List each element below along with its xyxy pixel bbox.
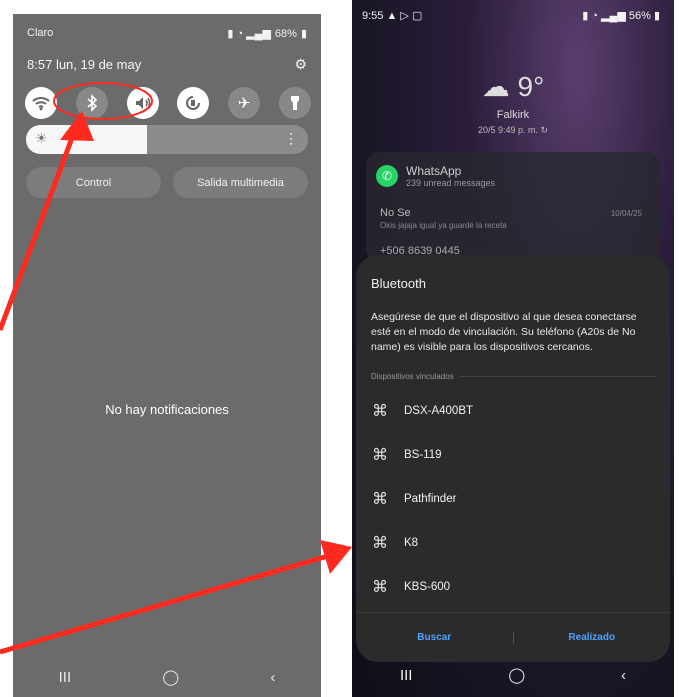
- clock-row: 8:57 lun, 19 de may ⚙: [27, 56, 307, 73]
- home-icon[interactable]: ◯: [508, 666, 525, 684]
- clock-time: 8:57: [27, 57, 53, 72]
- scan-button[interactable]: Buscar: [356, 632, 513, 643]
- cloud-icon: ☁: [481, 71, 510, 102]
- empty-notifications-text: No hay notificaciones: [105, 402, 229, 417]
- device-item[interactable]: ⌘ Pathfinder: [371, 477, 656, 521]
- battery-icon: ▮: [300, 28, 307, 40]
- whatsapp-app-name: WhatsApp: [406, 164, 462, 178]
- flashlight-toggle[interactable]: [278, 87, 311, 119]
- whatsapp-icon: ✆: [376, 165, 398, 187]
- paired-devices-list: ⌘ DSX-A400BT ⌘ BS-119 ⌘ Pathfinder ⌘ K8 …: [371, 389, 656, 609]
- airplane-icon: ✈: [237, 95, 251, 112]
- weather-city: Falkirk: [496, 109, 530, 121]
- wifi-toggle[interactable]: [25, 87, 57, 119]
- device-item[interactable]: ⌘ DSX-A400BT: [371, 389, 656, 433]
- device-icon: ⌘: [372, 491, 388, 508]
- airplane-toggle[interactable]: ✈: [228, 87, 261, 119]
- navigation-bar: III ◯ ‹: [13, 657, 321, 697]
- device-item[interactable]: ⌘ K8: [371, 521, 656, 565]
- whatsapp-unread-count: 239 unread messages: [406, 178, 496, 188]
- message-time: 10/04/25: [610, 209, 642, 218]
- control-button[interactable]: Control: [26, 167, 161, 198]
- weather-temp: 9°: [517, 71, 545, 102]
- device-icon: ⌘: [372, 579, 388, 596]
- bluetooth-dialog: Bluetooth Asegúrese de que el dispositiv…: [356, 255, 670, 662]
- whatsapp-message: No Se Okis jajaja igual ya guardé la rec…: [380, 207, 646, 230]
- arrow-head-right: [320, 540, 352, 574]
- battery-label: 56%: [628, 10, 651, 22]
- battery-label: 68%: [274, 27, 297, 40]
- sound-toggle[interactable]: [126, 87, 159, 119]
- divider: [459, 376, 656, 377]
- right-phone-screen: 9:55 ▲ ▷ ▢ ▮ ◔ ▂▄▆ 56% ▮ ☁ 9° Falkirk 20…: [352, 0, 674, 697]
- battery-icon: ▮: [653, 10, 660, 22]
- back-icon[interactable]: ‹: [621, 667, 626, 684]
- device-name: DSX-A400BT: [404, 405, 474, 417]
- refresh-icon: ↻: [540, 125, 549, 135]
- notification-icons: ▲ ▷ ▢: [386, 10, 423, 22]
- clock-time: 9:55: [362, 10, 384, 22]
- status-bar: 9:55 ▲ ▷ ▢ ▮ ◔ ▂▄▆ 56% ▮: [362, 9, 660, 22]
- recents-icon[interactable]: III: [400, 667, 413, 684]
- status-bar: Claro ▮ ◔ ▂▄▆ 68% ▮: [27, 27, 307, 40]
- bluetooth-toggle[interactable]: [75, 87, 108, 119]
- message-text: Okis jajaja igual ya guardé la receta: [380, 221, 507, 230]
- device-item[interactable]: ⌘ BS-119: [371, 433, 656, 477]
- device-icon: ⌘: [372, 403, 388, 420]
- device-name: K8: [404, 537, 419, 549]
- device-name: BS-119: [404, 449, 442, 461]
- message-sender: No Se: [380, 207, 411, 219]
- recents-icon[interactable]: III: [59, 669, 72, 686]
- bluetooth-icon: [87, 94, 97, 112]
- bluetooth-title: Bluetooth: [371, 276, 426, 291]
- more-options-icon[interactable]: ⋮: [284, 130, 298, 147]
- device-icon: ⌘: [372, 447, 388, 464]
- signal-icon: ▮ ◔ ▂▄▆: [227, 28, 271, 40]
- device-name: Pathfinder: [404, 493, 457, 505]
- weather-updated: 20/5 9:49 p. m.: [477, 125, 538, 135]
- settings-gear-icon[interactable]: ⚙: [294, 56, 307, 73]
- device-icon: ⌘: [372, 535, 388, 552]
- whatsapp-notification[interactable]: ✆ WhatsApp 239 unread messages No Se Oki…: [366, 152, 660, 262]
- sound-icon: [135, 97, 150, 109]
- weather-widget[interactable]: ☁ 9° Falkirk 20/5 9:49 p. m. ↻: [352, 70, 674, 136]
- signal-icon: ▮ ◔ ▂▄▆: [582, 10, 626, 22]
- flashlight-icon: [290, 96, 299, 110]
- wifi-icon: [32, 97, 50, 111]
- media-output-button[interactable]: Salida multimedia: [173, 167, 308, 198]
- done-button[interactable]: Realizado: [514, 632, 671, 643]
- home-icon[interactable]: ◯: [162, 668, 179, 686]
- navigation-bar: III ◯ ‹: [352, 653, 674, 697]
- back-icon[interactable]: ‹: [270, 669, 275, 686]
- clock-date: lun, 19 de may: [55, 57, 142, 72]
- quick-settings-row: ✈: [25, 87, 311, 119]
- device-item[interactable]: ⌘ KBS-600: [371, 565, 656, 609]
- sun-icon: ☀: [35, 130, 48, 146]
- left-phone-screen: Claro ▮ ◔ ▂▄▆ 68% ▮ 8:57 lun, 19 de may …: [13, 14, 321, 697]
- brightness-slider[interactable]: ☀ ⋮: [26, 125, 308, 154]
- bluetooth-description: Asegúrese de que el dispositivo al que d…: [371, 311, 637, 353]
- auto-rotate-toggle[interactable]: [177, 87, 210, 119]
- paired-devices-header: Dispositivos vinculados: [371, 372, 656, 381]
- device-name: KBS-600: [404, 581, 451, 593]
- rotation-icon: [186, 96, 201, 110]
- carrier-label: Claro: [27, 27, 54, 39]
- panel-buttons: Control Salida multimedia: [26, 167, 308, 198]
